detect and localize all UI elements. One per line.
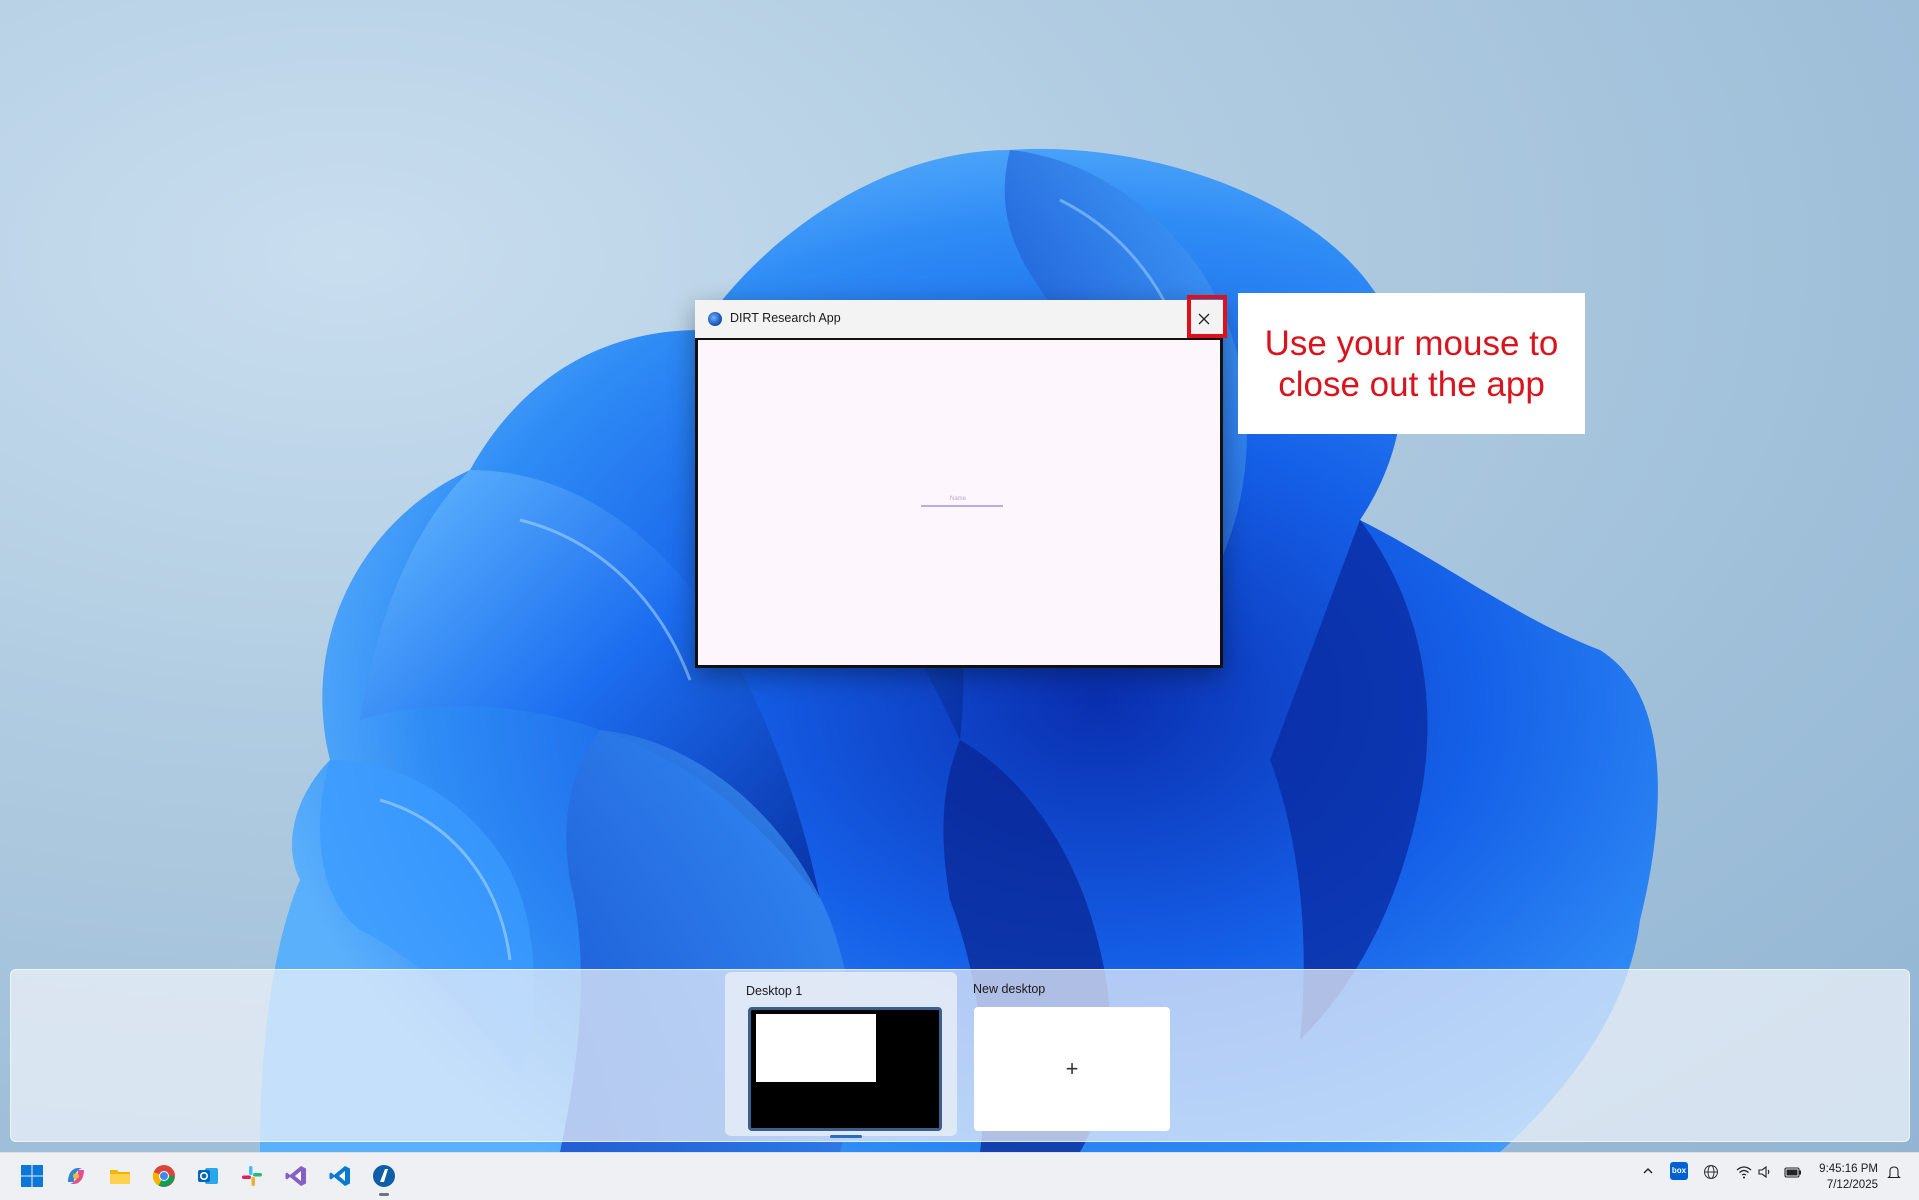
desktop-1-thumbnail[interactable] — [748, 1007, 942, 1131]
wifi-button[interactable] — [1736, 1164, 1752, 1183]
volume-icon — [1758, 1165, 1770, 1179]
chrome-icon — [152, 1165, 175, 1187]
dirt-app-taskbar-button[interactable] — [371, 1163, 397, 1189]
slack-button[interactable] — [239, 1163, 265, 1189]
visual-studio-icon — [285, 1166, 306, 1186]
app-title-bar[interactable]: DIRT Research App — [695, 300, 1223, 338]
outlook-icon — [198, 1168, 218, 1184]
file-explorer-icon — [110, 1170, 130, 1184]
close-button-highlight — [1187, 295, 1227, 338]
network-globe-button[interactable] — [1703, 1164, 1719, 1183]
dirt-app-icon — [708, 312, 722, 326]
chrome-button[interactable] — [151, 1163, 177, 1189]
app-title: DIRT Research App — [730, 311, 841, 325]
file-explorer-button[interactable] — [107, 1163, 133, 1189]
windows-start-icon — [21, 1165, 43, 1187]
notification-button[interactable] — [1886, 1164, 1902, 1183]
instruction-callout: Use your mouse to close out the app — [1238, 293, 1585, 434]
box-icon: box — [1670, 1162, 1688, 1180]
dirt-research-app-window: DIRT Research App Name — [695, 300, 1223, 668]
vscode-button[interactable] — [327, 1163, 353, 1189]
window-thumbnail — [756, 1014, 876, 1082]
battery-button[interactable] — [1784, 1164, 1802, 1183]
running-indicator — [379, 1193, 389, 1196]
name-field-label: Name — [949, 496, 966, 502]
clock[interactable]: 9:45:16 PM 7/12/2025 — [1808, 1161, 1878, 1193]
box-tray-button[interactable]: box — [1670, 1162, 1688, 1180]
active-desktop-indicator — [830, 1135, 862, 1138]
copilot-icon — [68, 1168, 84, 1184]
new-desktop-label: New desktop — [973, 982, 1046, 996]
battery-icon — [1784, 1167, 1801, 1178]
clock-time: 9:45:16 PM — [1819, 1163, 1878, 1175]
outlook-button[interactable] — [195, 1163, 221, 1189]
app-content-area: Name — [695, 338, 1223, 668]
wifi-icon — [1736, 1166, 1752, 1179]
dirt-app-icon — [373, 1165, 395, 1187]
clock-date: 7/12/2025 — [1826, 1179, 1878, 1191]
instruction-text: Use your mouse to close out the app — [1264, 323, 1559, 404]
network-globe-icon — [1704, 1165, 1718, 1179]
visual-studio-button[interactable] — [283, 1163, 309, 1189]
chevron-up-icon — [1643, 1168, 1653, 1174]
box-label: box — [1671, 1166, 1687, 1175]
desktop-1-label: Desktop 1 — [746, 984, 803, 998]
start-button[interactable] — [19, 1163, 45, 1189]
name-input-underline[interactable] — [921, 505, 1003, 507]
show-hidden-icons-button[interactable] — [1641, 1164, 1655, 1181]
vscode-icon — [329, 1166, 350, 1186]
plus-icon: + — [1065, 1056, 1079, 1081]
copilot-button[interactable] — [63, 1163, 89, 1189]
slack-icon — [242, 1166, 262, 1186]
new-desktop-button[interactable]: + — [974, 1007, 1170, 1131]
notification-icon — [1887, 1166, 1901, 1179]
volume-button[interactable] — [1757, 1164, 1773, 1183]
task-view-panel — [10, 969, 1910, 1142]
